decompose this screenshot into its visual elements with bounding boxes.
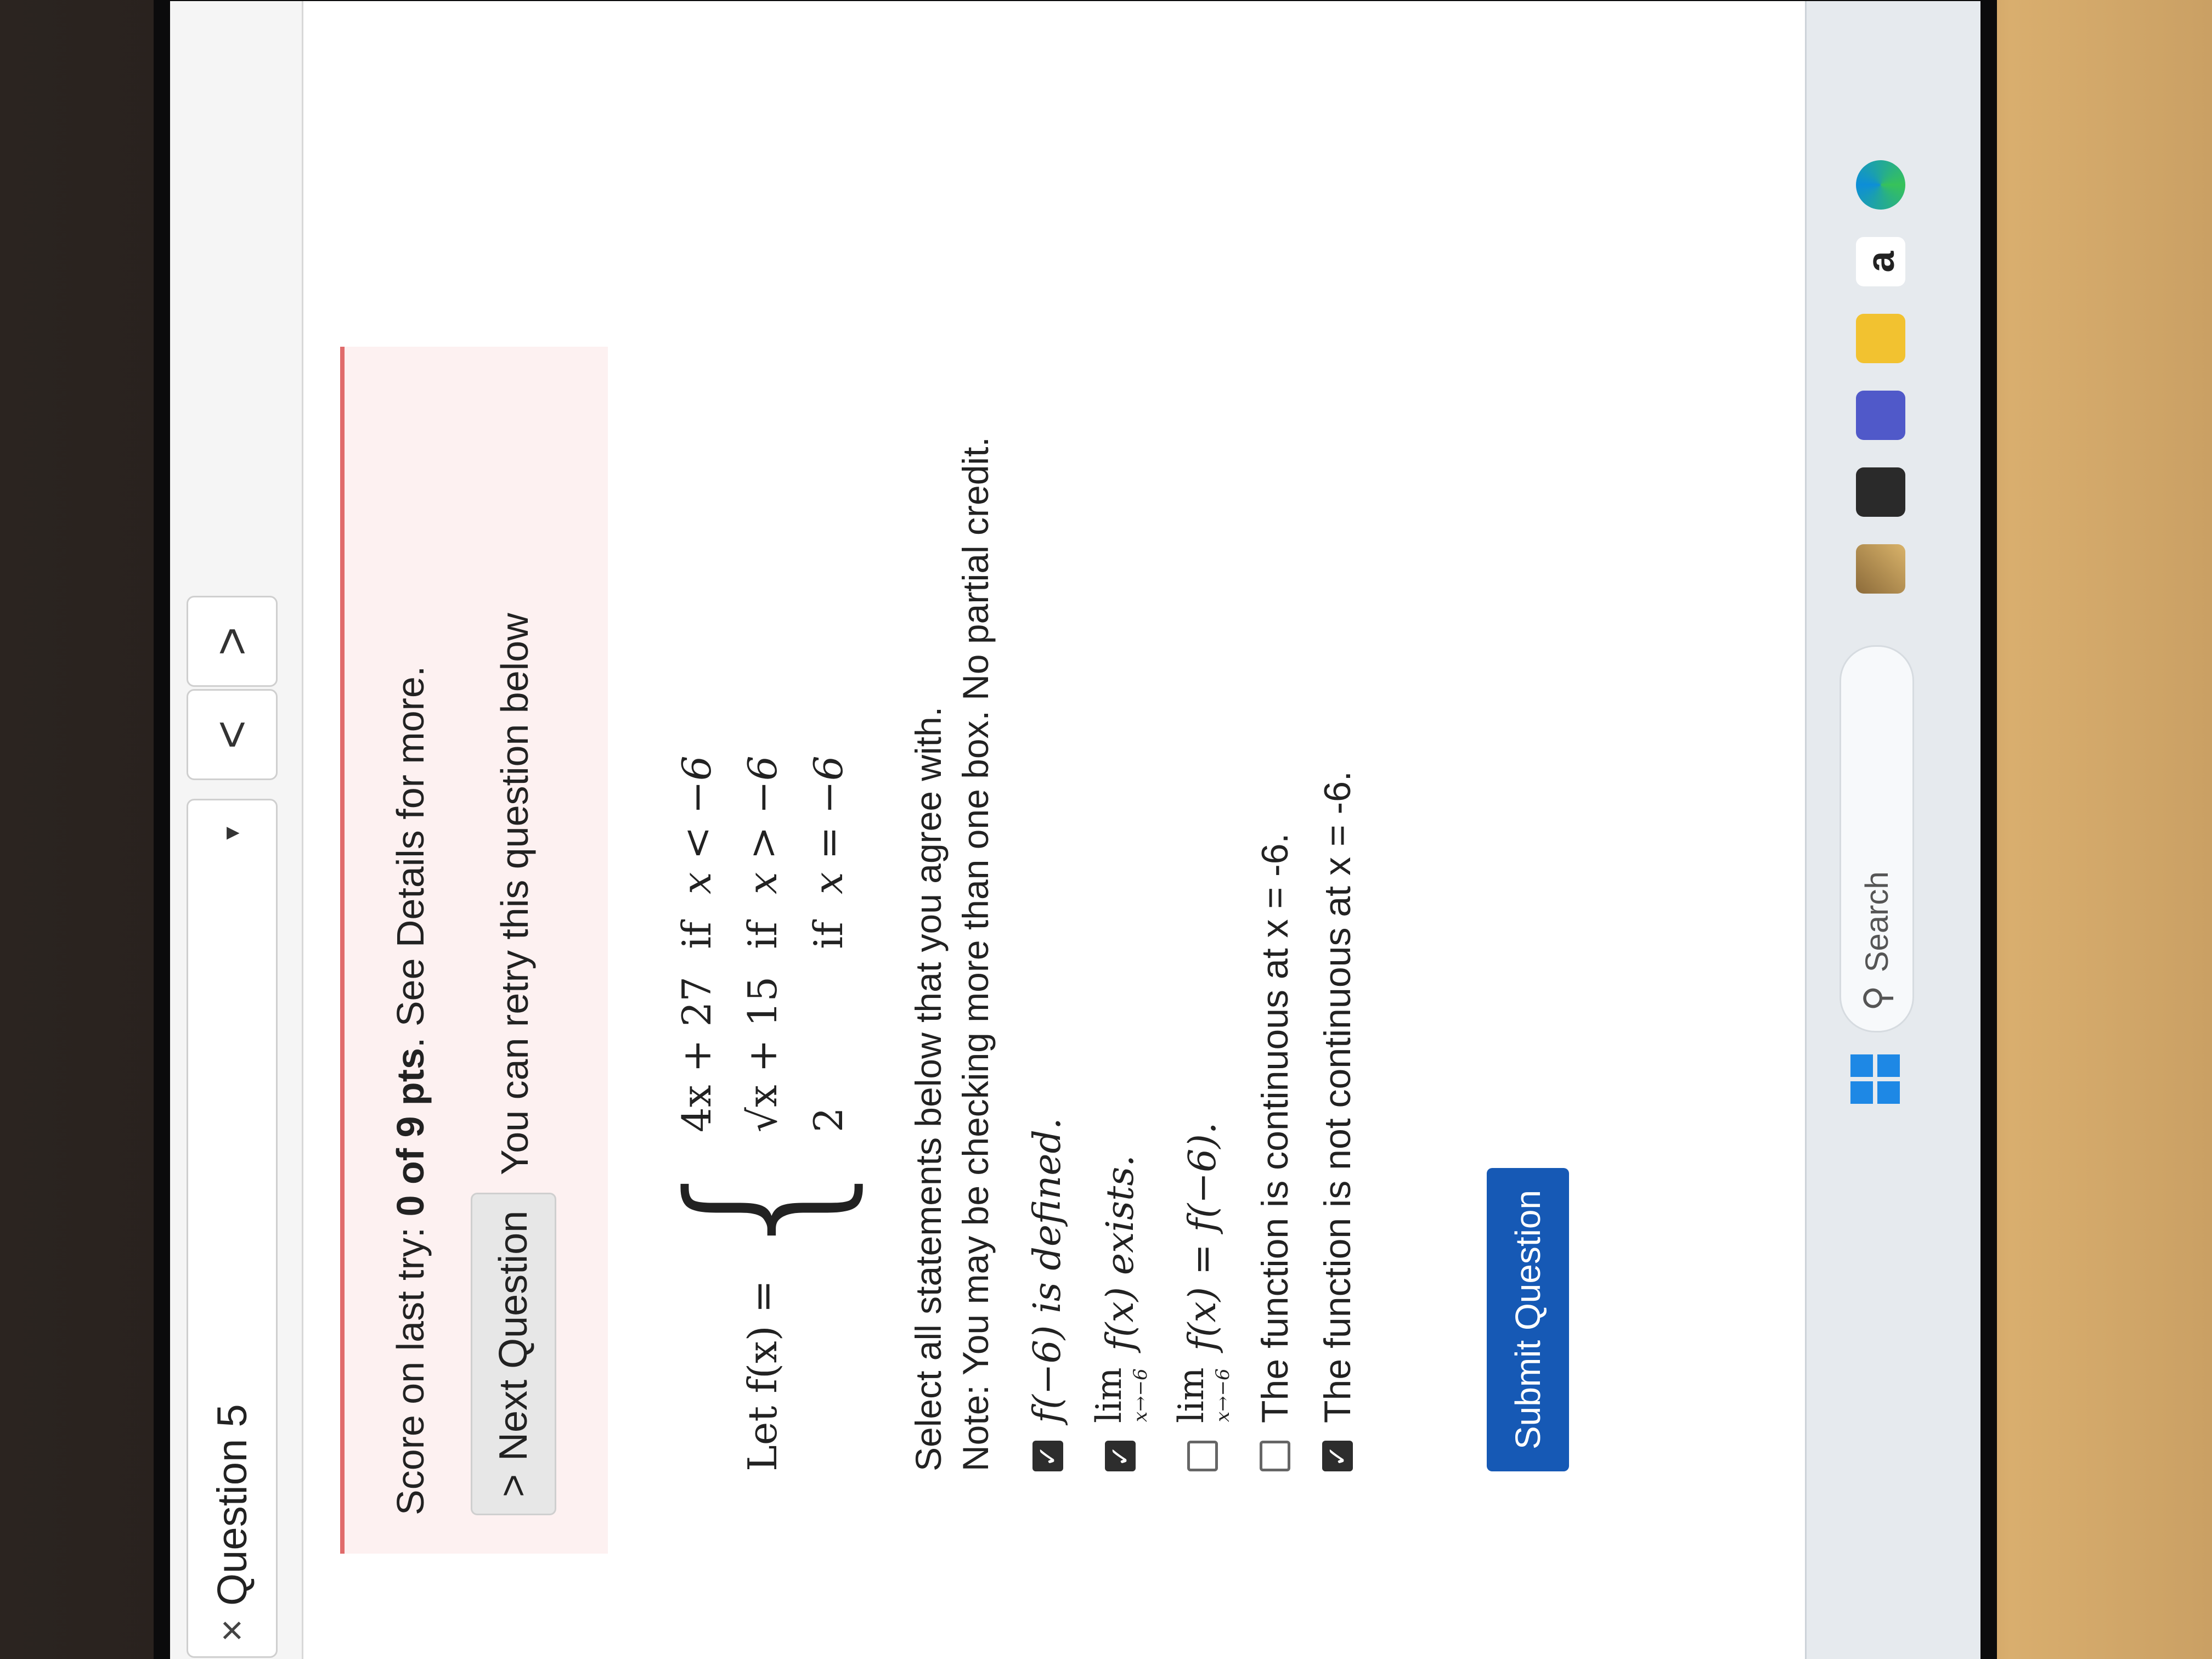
score-banner: Score on last try: 0 of 9 pts. See Detai… — [340, 347, 608, 1554]
case-if: if — [805, 922, 851, 949]
limit-subscript: x→−6 — [1212, 1368, 1234, 1423]
laptop-screen: × Question 5 ▼ < > Score on last try: 0 … — [170, 1, 1980, 1659]
piecewise-cases: 4x + 27 if x < −6 √x + 15 if x > −6 2 if… — [674, 755, 851, 1132]
option-row[interactable]: The function is continuous at x = -6. — [1254, 771, 1296, 1471]
instructions-line-1: Select all statements below that you agr… — [908, 706, 949, 1471]
checkbox-checked[interactable]: ✓ — [1032, 1441, 1063, 1471]
windows-logo-tile — [1850, 1081, 1873, 1104]
windows-start-icon[interactable] — [1850, 1054, 1900, 1104]
limit-label: lim — [1089, 1367, 1130, 1423]
limit-notation: lim x→−6 — [1171, 1367, 1234, 1423]
edge-browser-icon[interactable] — [1856, 160, 1905, 210]
case-expression: √x + 15 — [740, 976, 786, 1133]
score-suffix: . See Details for more. — [389, 665, 432, 1048]
previous-question-button[interactable]: < — [187, 689, 278, 780]
limit-notation: lim x→−6 — [1089, 1367, 1152, 1423]
next-question-label: Next Question — [492, 1210, 535, 1461]
windows-taskbar: ⚲ Search a — [1805, 1, 1980, 1659]
option-row[interactable]: ✓ f(−6) is defined. — [1026, 771, 1069, 1471]
dropdown-caret-icon[interactable]: ▼ — [220, 822, 245, 844]
option-text: The function is not continuous at x = -6… — [1317, 771, 1358, 1423]
limit-label: lim — [1171, 1367, 1212, 1423]
retry-text: You can retry this question below — [493, 613, 536, 1175]
windows-logo-tile — [1877, 1081, 1900, 1104]
search-icon: ⚲ — [1857, 985, 1897, 1011]
option-text: f(x) = f(−6). — [1181, 1122, 1224, 1351]
score-value: 0 of 9 pts — [389, 1048, 432, 1217]
taskbar-search-label: Search — [1859, 871, 1895, 973]
statement-options: ✓ f(−6) is defined. ✓ lim x→−6 f(x) exis… — [1026, 771, 1379, 1471]
submit-question-button[interactable]: Submit Question — [1487, 1167, 1569, 1471]
option-text: The function is continuous at x = -6. — [1254, 833, 1296, 1423]
function-definition: Let f(x) = { 4x + 27 if x < −6 √x + 15 i… — [647, 755, 877, 1471]
widgets-icon[interactable] — [1856, 544, 1905, 594]
brace-symbol: { — [647, 1143, 877, 1269]
file-explorer-icon[interactable] — [1856, 314, 1905, 363]
chevron-left-icon: < — [204, 720, 259, 749]
score-text: Score on last try: 0 of 9 pts. See Detai… — [388, 666, 432, 1515]
option-text: f(−6) is defined. — [1026, 1118, 1069, 1423]
next-question-button[interactable]: > Next Question — [471, 1192, 556, 1515]
close-icon[interactable]: × — [210, 1619, 255, 1642]
task-view-icon[interactable] — [1856, 467, 1905, 517]
checkbox-checked[interactable]: ✓ — [1322, 1441, 1353, 1471]
quiz-page: × Question 5 ▼ < > Score on last try: 0 … — [170, 1, 1805, 1659]
next-question-arrow-button[interactable]: > — [187, 596, 278, 687]
amazon-icon[interactable]: a — [1856, 237, 1905, 286]
question-selector[interactable]: × Question 5 ▼ — [187, 799, 278, 1658]
case-expression: 2 — [805, 1107, 851, 1133]
case-condition: x > −6 — [740, 755, 786, 895]
checkbox-checked[interactable]: ✓ — [1105, 1441, 1136, 1471]
case-if: if — [740, 922, 786, 949]
instructions: Select all statements below that you agr… — [905, 437, 1000, 1471]
case-condition: x < −6 — [674, 755, 720, 895]
windows-logo-tile — [1877, 1054, 1900, 1077]
chevron-right-icon: > — [492, 1474, 535, 1497]
taskbar-search[interactable]: ⚲ Search — [1839, 645, 1914, 1032]
case-condition: x = −6 — [805, 755, 851, 895]
chevron-right-icon: > — [204, 627, 259, 656]
checkbox-unchecked[interactable] — [1260, 1441, 1290, 1471]
question-title: Question 5 — [208, 1404, 256, 1606]
windows-logo-tile — [1850, 1054, 1873, 1077]
option-row[interactable]: ✓ lim x→−6 f(x) exists. — [1089, 771, 1152, 1471]
score-prefix: Score on last try: — [389, 1216, 432, 1515]
case-expression: 4x + 27 — [674, 976, 720, 1133]
case-if: if — [674, 922, 720, 949]
formula-lhs: Let f(x) = — [740, 1280, 786, 1471]
checkbox-unchecked[interactable] — [1187, 1441, 1218, 1471]
option-text: f(x) exists. — [1098, 1155, 1142, 1351]
photo-stage: × Question 5 ▼ < > Score on last try: 0 … — [0, 0, 2212, 1659]
option-row[interactable]: lim x→−6 f(x) = f(−6). — [1171, 771, 1234, 1471]
question-toolbar: × Question 5 ▼ < > — [170, 1, 303, 1659]
teams-icon[interactable] — [1856, 391, 1905, 440]
option-row[interactable]: ✓ The function is not continuous at x = … — [1316, 771, 1359, 1471]
limit-subscript: x→−6 — [1130, 1368, 1152, 1423]
instructions-line-2: Note: You may be checking more than one … — [955, 437, 996, 1471]
